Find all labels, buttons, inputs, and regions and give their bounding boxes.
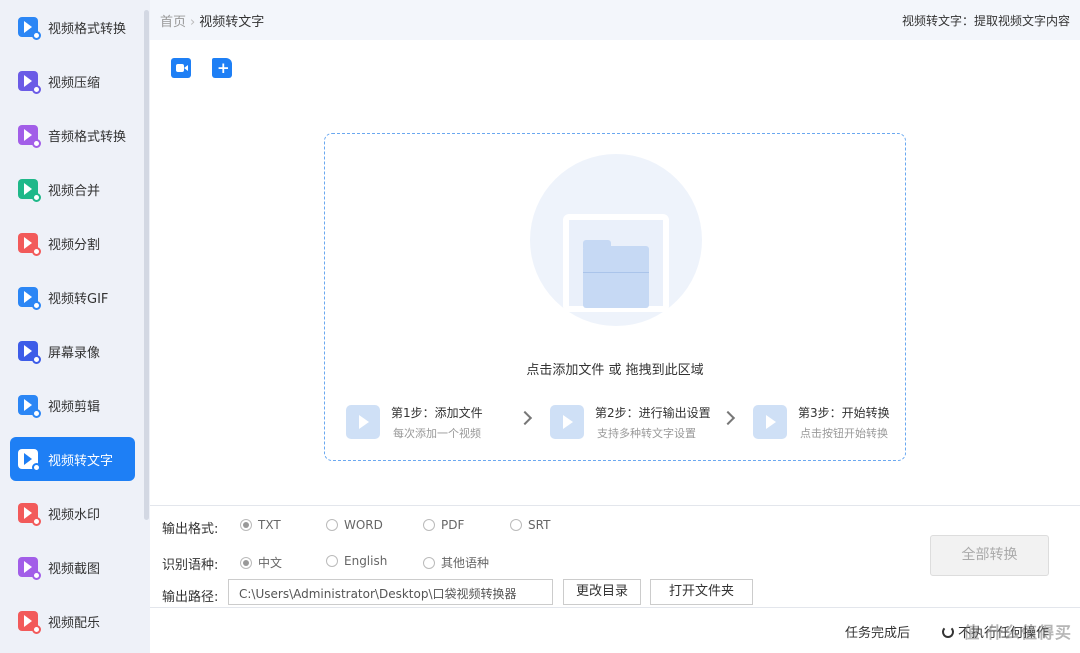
output-path-field[interactable]: C:\Users\Administrator\Desktop\口袋视频转换器	[228, 579, 553, 605]
screen-record-icon	[18, 341, 41, 364]
format-radio-txt[interactable]: TXT	[240, 518, 281, 532]
sidebar-item-screen-record[interactable]: 屏幕录像	[10, 329, 135, 373]
sidebar-item-video-edit[interactable]: 视频剪辑	[10, 383, 135, 427]
sidebar-item-video-text[interactable]: 视频转文字	[10, 437, 135, 481]
step-subtitle: 点击按钮开始转换	[800, 427, 888, 440]
change-directory-button[interactable]: 更改目录	[563, 579, 641, 605]
format-radio-pdf[interactable]: PDF	[423, 518, 464, 532]
sidebar-item-label: 视频剪辑	[48, 399, 101, 415]
sidebar-item-video-compress[interactable]: 视频压缩	[10, 59, 135, 103]
sidebar-item-label: 视频配乐	[48, 615, 101, 631]
top-bar: 首页 › 视频转文字 视频转文字：提取视频文字内容	[150, 0, 1080, 40]
sidebar-item-label: 音频格式转换	[48, 129, 127, 145]
audio-convert-icon	[18, 125, 41, 148]
video-compress-icon	[18, 71, 41, 94]
breadcrumb-current: 视频转文字	[199, 15, 265, 30]
folder-icon	[583, 240, 649, 308]
watermark: 值 什么值得买	[963, 623, 1072, 642]
video-watermark-icon	[18, 503, 41, 526]
convert-file-icon	[753, 405, 787, 439]
sidebar-item-label: 屏幕录像	[48, 345, 101, 361]
sidebar-item-label: 视频转GIF	[48, 291, 109, 307]
breadcrumb-home[interactable]: 首页	[160, 15, 186, 30]
language-radio-other[interactable]: 其他语种	[423, 554, 489, 571]
sidebar-item-audio-convert[interactable]: 音频格式转换	[10, 113, 135, 157]
sidebar-item-video-watermark[interactable]: 视频水印	[10, 491, 135, 535]
chevron-right-icon	[517, 410, 533, 426]
video-screenshot-icon	[18, 557, 41, 580]
breadcrumb-separator: ›	[190, 15, 196, 30]
language-label: 识别语种:	[162, 558, 219, 573]
add-file-icon	[346, 405, 380, 439]
video-edit-icon	[18, 395, 41, 418]
sidebar-item-label: 视频压缩	[48, 75, 101, 91]
feature-description: 视频转文字：提取视频文字内容	[901, 14, 1070, 28]
video-split-icon	[18, 233, 41, 256]
path-label: 输出路径:	[162, 590, 219, 605]
after-task-label: 任务完成后	[845, 626, 911, 641]
sidebar-item-label: 视频转文字	[48, 453, 114, 469]
sidebar-item-label: 视频截图	[48, 561, 101, 577]
sidebar-item-video-split[interactable]: 视频分割	[10, 221, 135, 265]
step-title: 第3步：开始转换	[798, 406, 890, 420]
format-radio-srt[interactable]: SRT	[510, 518, 550, 532]
breadcrumb: 首页 › 视频转文字	[160, 11, 264, 30]
step-subtitle: 每次添加一个视频	[393, 427, 481, 440]
language-radio-chinese[interactable]: 中文	[240, 554, 282, 571]
sidebar-item-video-merge[interactable]: 视频合并	[10, 167, 135, 211]
drop-hint: 点击添加文件 或 拖拽到此区域	[526, 363, 704, 378]
footer: 任务完成后 不执行任何操作	[150, 607, 1080, 653]
step-subtitle: 支持多种转文字设置	[597, 427, 696, 440]
sidebar-item-video-music[interactable]: 视频配乐	[10, 599, 135, 643]
format-radio-word[interactable]: WORD	[326, 518, 383, 532]
chevron-right-icon	[720, 410, 736, 426]
sidebar-item-video-convert[interactable]: 视频格式转换	[10, 5, 135, 49]
add-video-icon[interactable]	[171, 58, 191, 78]
add-folder-icon[interactable]: +	[212, 58, 232, 78]
settings-file-icon	[550, 405, 584, 439]
video-text-icon	[18, 449, 41, 472]
power-icon	[942, 625, 954, 638]
sidebar-item-label: 视频格式转换	[48, 21, 127, 37]
sidebar-item-label: 视频分割	[48, 237, 101, 253]
video-merge-icon	[18, 179, 41, 202]
video-music-icon	[18, 611, 41, 634]
sidebar-item-video-gif[interactable]: 视频转GIF	[10, 275, 135, 319]
step-title: 第1步：添加文件	[391, 406, 483, 420]
convert-all-button[interactable]: 全部转换	[930, 535, 1049, 576]
sidebar-item-video-screenshot[interactable]: 视频截图	[10, 545, 135, 589]
sidebar-item-label: 视频水印	[48, 507, 101, 523]
video-convert-icon	[18, 17, 41, 40]
open-folder-button[interactable]: 打开文件夹	[650, 579, 753, 605]
format-label: 输出格式:	[162, 522, 219, 537]
drop-zone[interactable]: 点击添加文件 或 拖拽到此区域 第1步：添加文件 每次添加一个视频 第2步：进行…	[324, 133, 906, 461]
sidebar-scrollbar[interactable]	[144, 10, 149, 520]
language-radio-english[interactable]: English	[326, 554, 387, 568]
video-gif-icon	[18, 287, 41, 310]
sidebar: 视频格式转换 视频压缩音频格式转换 视频合并视频分割视频转GIF 屏幕录像视频剪辑视频…	[0, 0, 150, 653]
sidebar-item-label: 视频合并	[48, 183, 101, 199]
step-title: 第2步：进行输出设置	[595, 406, 711, 420]
main-panel: 首页 › 视频转文字 视频转文字：提取视频文字内容 + 点击添加文件 或 拖拽到此区…	[150, 0, 1080, 653]
divider	[150, 505, 1080, 506]
